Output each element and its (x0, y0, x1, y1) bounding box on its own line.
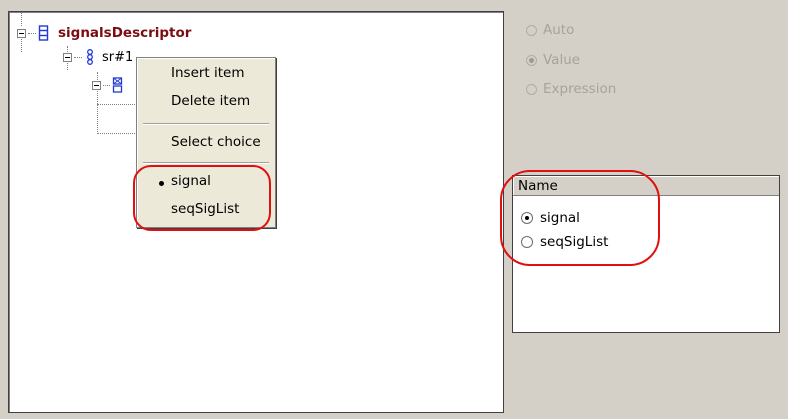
radio-checked-icon (526, 54, 537, 66)
tree-node-child-label[interactable]: sr#1 (102, 50, 133, 65)
tree-guide-line (21, 12, 22, 26)
menu-item-insert[interactable]: Insert item (171, 65, 245, 81)
annotation-circle-list (500, 170, 660, 266)
choice-icon (87, 49, 93, 65)
radio-expression-label: Expression (543, 81, 617, 97)
sequence-icon (38, 25, 49, 41)
tree-guide-line (97, 133, 137, 134)
tree-node-root-label[interactable]: signalsDescriptor (58, 25, 191, 41)
tree-node-grandchild[interactable] (92, 77, 124, 93)
radio-expression: Expression (526, 81, 616, 97)
radio-value-label: Value (543, 52, 581, 68)
menu-separator (143, 162, 269, 164)
annotation-circle-menu (133, 165, 271, 231)
menu-separator (143, 123, 269, 125)
menu-item-delete[interactable]: Delete item (171, 93, 250, 109)
radio-icon (526, 83, 537, 95)
radio-auto: Auto (526, 22, 574, 38)
radio-icon (526, 24, 537, 36)
tree-node-child[interactable]: sr#1 (63, 49, 133, 65)
menu-item-select-choice[interactable]: Select choice (171, 134, 261, 150)
radio-value: Value (526, 52, 580, 68)
collapse-toggle-icon[interactable] (17, 28, 26, 38)
collapse-toggle-icon[interactable] (92, 80, 101, 90)
collapse-toggle-icon[interactable] (63, 52, 72, 62)
choice-type-icon (112, 77, 123, 93)
tree-node-root[interactable]: signalsDescriptor (17, 25, 191, 41)
tree-guide-line (97, 104, 137, 105)
radio-auto-label: Auto (543, 22, 575, 38)
